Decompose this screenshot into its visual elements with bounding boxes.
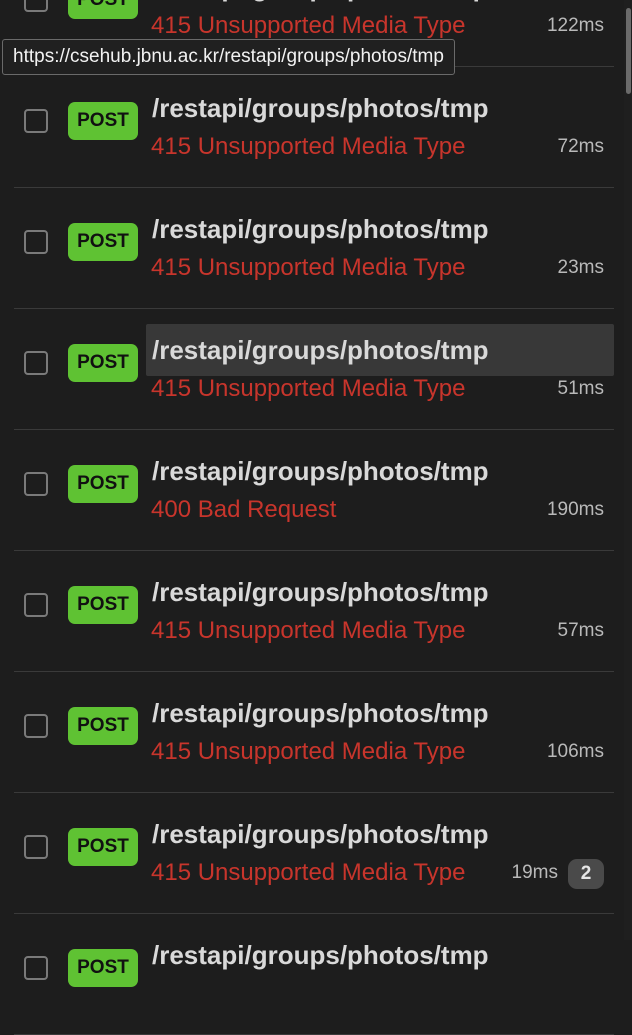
response-time: 51ms [557,378,604,399]
response-status: 415 Unsupported Media Type [151,12,466,39]
request-path[interactable]: /restapi/groups/photos/tmp [146,324,614,376]
method-badge: POST [68,223,138,261]
response-status: 415 Unsupported Media Type [151,617,466,644]
row-checkbox[interactable] [24,0,48,12]
repeat-count-badge: 2 [568,859,604,889]
request-row[interactable]: POST /restapi/groups/photos/tmp 415 Unsu… [14,67,614,188]
response-status: 415 Unsupported Media Type [151,375,466,402]
method-badge: POST [68,0,138,19]
row-checkbox[interactable] [24,593,48,617]
request-row[interactable]: POST /restapi/groups/photos/tmp 415 Unsu… [14,672,614,793]
method-badge: POST [68,586,138,624]
request-row[interactable]: POST /restapi/groups/photos/tmp 400 Bad … [14,430,614,551]
response-time: 19ms [511,862,558,883]
row-checkbox[interactable] [24,230,48,254]
method-badge: POST [68,465,138,503]
method-badge: POST [68,344,138,382]
response-status: 415 Unsupported Media Type [151,133,466,160]
row-checkbox[interactable] [24,109,48,133]
method-badge: POST [68,828,138,866]
request-path[interactable]: /restapi/groups/photos/tmp [146,203,614,255]
response-time: 23ms [557,257,604,278]
response-status: 415 Unsupported Media Type [151,738,466,765]
request-row[interactable]: POST /restapi/groups/photos/tmp 415 Unsu… [14,188,614,309]
request-path[interactable]: /restapi/groups/photos/tmp [146,82,614,134]
request-row[interactable]: POST /restapi/groups/photos/tmp 415 Unsu… [14,793,614,914]
scrollbar[interactable] [624,0,632,940]
row-checkbox[interactable] [24,956,48,980]
request-row[interactable]: POST /restapi/groups/photos/tmp 415 Unsu… [14,551,614,672]
request-path[interactable]: /restapi/groups/photos/tmp [146,687,614,739]
response-time: 72ms [557,136,604,157]
request-path[interactable]: /restapi/groups/photos/tmp [146,566,614,618]
response-time: 190ms [546,499,604,520]
request-row[interactable]: POST /restapi/groups/photos/tmp 415 Unsu… [14,309,614,430]
request-path[interactable]: /restapi/groups/photos/tmp [146,808,614,860]
method-badge: POST [68,949,138,987]
request-row[interactable]: POST /restapi/groups/photos/tmp [14,914,614,1035]
response-time: 122ms [546,15,604,36]
response-time: 106ms [546,741,604,762]
row-checkbox[interactable] [24,472,48,496]
response-status: 415 Unsupported Media Type [151,254,466,281]
url-tooltip: https://csehub.jbnu.ac.kr/restapi/groups… [2,39,455,75]
response-status: 400 Bad Request [151,496,337,523]
row-checkbox[interactable] [24,714,48,738]
method-badge: POST [68,707,138,745]
request-list: POST /restapi/groups/photos/tmp 415 Unsu… [0,0,624,1035]
method-badge: POST [68,102,138,140]
response-status: 415 Unsupported Media Type [151,859,466,886]
response-time: 57ms [557,620,604,641]
request-path[interactable]: /restapi/groups/photos/tmp [146,445,614,497]
scrollbar-thumb[interactable] [626,8,631,94]
row-checkbox[interactable] [24,835,48,859]
request-path[interactable]: /restapi/groups/photos/tmp [146,929,614,981]
row-checkbox[interactable] [24,351,48,375]
